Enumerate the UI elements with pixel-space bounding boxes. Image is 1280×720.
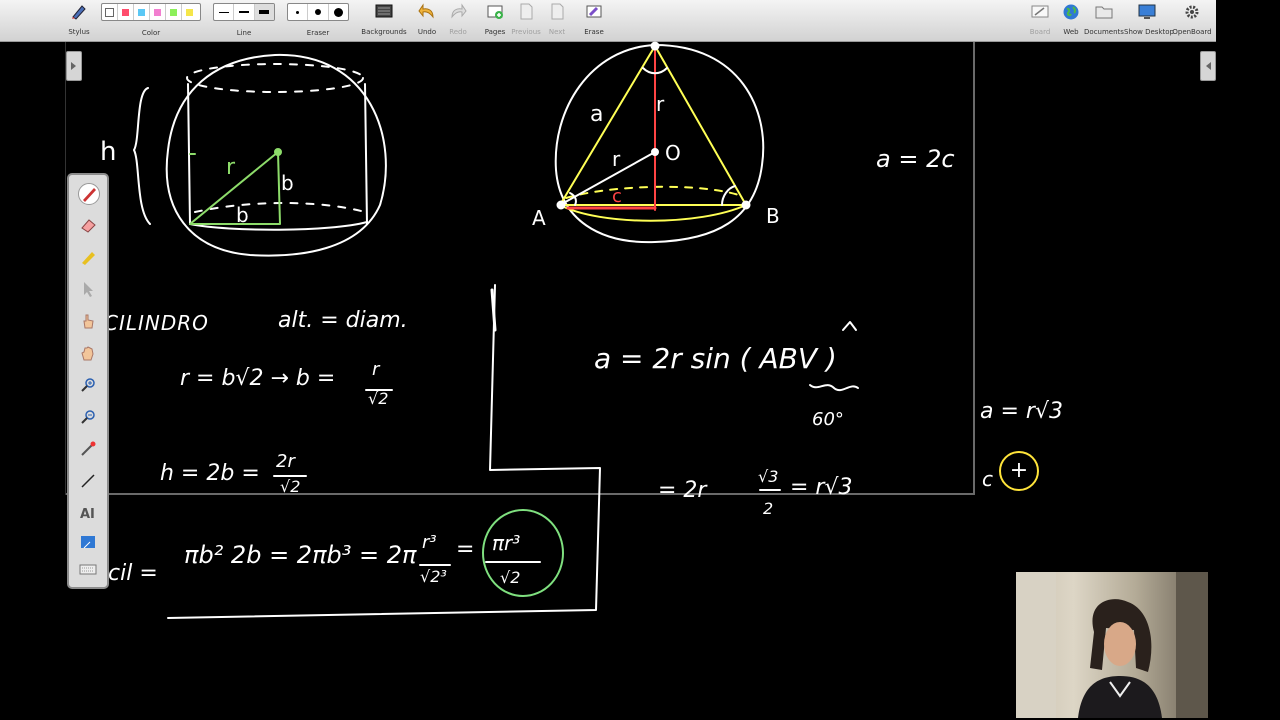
interact-tool[interactable]	[78, 311, 98, 331]
keyboard-icon	[79, 564, 97, 575]
capture-tool[interactable]	[78, 533, 98, 553]
cone-sphere-figure: a r r O A B c	[532, 41, 780, 244]
text-vol-eq2: =	[456, 537, 474, 562]
text-sine-law: a = 2r sin ( ABV )	[594, 342, 837, 375]
marker-tool[interactable]	[78, 247, 98, 267]
center-O-dot	[651, 148, 659, 156]
hand-tool[interactable]	[78, 343, 98, 363]
yellow-triangle-ABV	[559, 45, 747, 206]
text-vol-lead: cil =	[108, 561, 158, 586]
label-B: B	[766, 204, 780, 228]
line-icon	[81, 474, 95, 488]
capture-icon	[81, 536, 95, 549]
svg-text:AI: AI	[80, 507, 95, 522]
label-b-vertical: b	[281, 171, 294, 195]
label-A: A	[532, 206, 546, 230]
height-brace	[133, 87, 151, 225]
zoom-in-icon	[81, 378, 95, 392]
text-sine-result-tail: = r√3	[790, 475, 853, 500]
highlighter-icon	[82, 252, 95, 265]
eraser-icon	[81, 219, 96, 233]
pen-tool[interactable]	[78, 183, 100, 205]
arrow-pointer-icon	[84, 282, 93, 297]
text-two: 2	[763, 499, 773, 518]
text-r-eq-b: r = b√2 → b =	[180, 366, 335, 391]
label-a: a	[590, 102, 603, 127]
text-r-frac-den: √2	[368, 389, 388, 408]
label-r-height: r	[656, 92, 665, 116]
text-tool[interactable]: AI	[78, 503, 98, 523]
label-r-green: r	[226, 155, 236, 180]
vertex-B-dot	[741, 200, 751, 210]
label-r-radius: r	[612, 147, 621, 171]
text-vol-frac-den: √2³	[420, 567, 447, 586]
label-b-horizontal: b	[236, 203, 249, 227]
selector-tool[interactable]	[78, 279, 98, 299]
text-icon: AI	[80, 507, 95, 522]
eraser-tool[interactable]	[78, 215, 98, 235]
text-h-frac-num: 2r	[276, 451, 296, 472]
zoom-out-tool[interactable]	[78, 407, 98, 427]
base-angle-arc	[721, 185, 736, 206]
vertex-A-dot	[556, 200, 566, 210]
hand-pointer-icon	[83, 314, 94, 329]
label-h: h	[100, 137, 116, 167]
text-sine-result-lead: = 2r	[658, 478, 708, 503]
text-vol-final-num: πr³	[492, 531, 520, 555]
underline-squiggle	[809, 384, 859, 392]
text-r-frac-num: r	[372, 359, 381, 380]
angle-hat	[842, 321, 857, 331]
sphere-outline-2	[554, 44, 765, 244]
cylinder-center-dot	[274, 148, 282, 156]
plus-icon: +	[1009, 458, 1029, 483]
label-c: c	[612, 186, 622, 207]
laser-pointer-tool[interactable]	[78, 439, 98, 459]
text-angle-60: 60°	[812, 409, 844, 430]
label-O: O	[665, 141, 681, 165]
text-h-eq: h = 2b =	[160, 461, 260, 486]
vertex-V-dot	[650, 41, 660, 51]
webcam-overlay	[1016, 572, 1208, 718]
zoom-out-icon	[81, 410, 95, 424]
line-tool[interactable]	[78, 471, 98, 491]
text-cilindro: CILINDRO	[104, 311, 209, 335]
text-a-2c: a = 2c	[876, 145, 955, 173]
text-a-rsqrt3: a = r√3	[980, 399, 1063, 424]
cylinder-sphere-figure: h r b b	[100, 53, 387, 257]
hand-icon	[81, 346, 94, 361]
text-sqrt3: √3	[758, 467, 778, 486]
text-alt-diam: alt. = diam.	[278, 308, 408, 333]
pen-icon	[83, 188, 96, 202]
virtual-keyboard-tool[interactable]	[78, 559, 98, 579]
text-vol-frac-num: r³	[422, 532, 437, 553]
text-vol-final-den: √2	[500, 568, 520, 587]
presenter-video	[1016, 572, 1208, 718]
text-c-partial: c	[982, 467, 993, 491]
text-vol-eq: πb² 2b = 2πb³ = 2π	[184, 541, 417, 569]
text-h-frac-den: √2	[280, 477, 300, 496]
zoom-in-tool[interactable]	[78, 375, 98, 395]
laser-pointer-icon	[81, 441, 96, 456]
pen-cursor: +	[999, 451, 1039, 491]
tool-palette: AI	[67, 173, 109, 589]
